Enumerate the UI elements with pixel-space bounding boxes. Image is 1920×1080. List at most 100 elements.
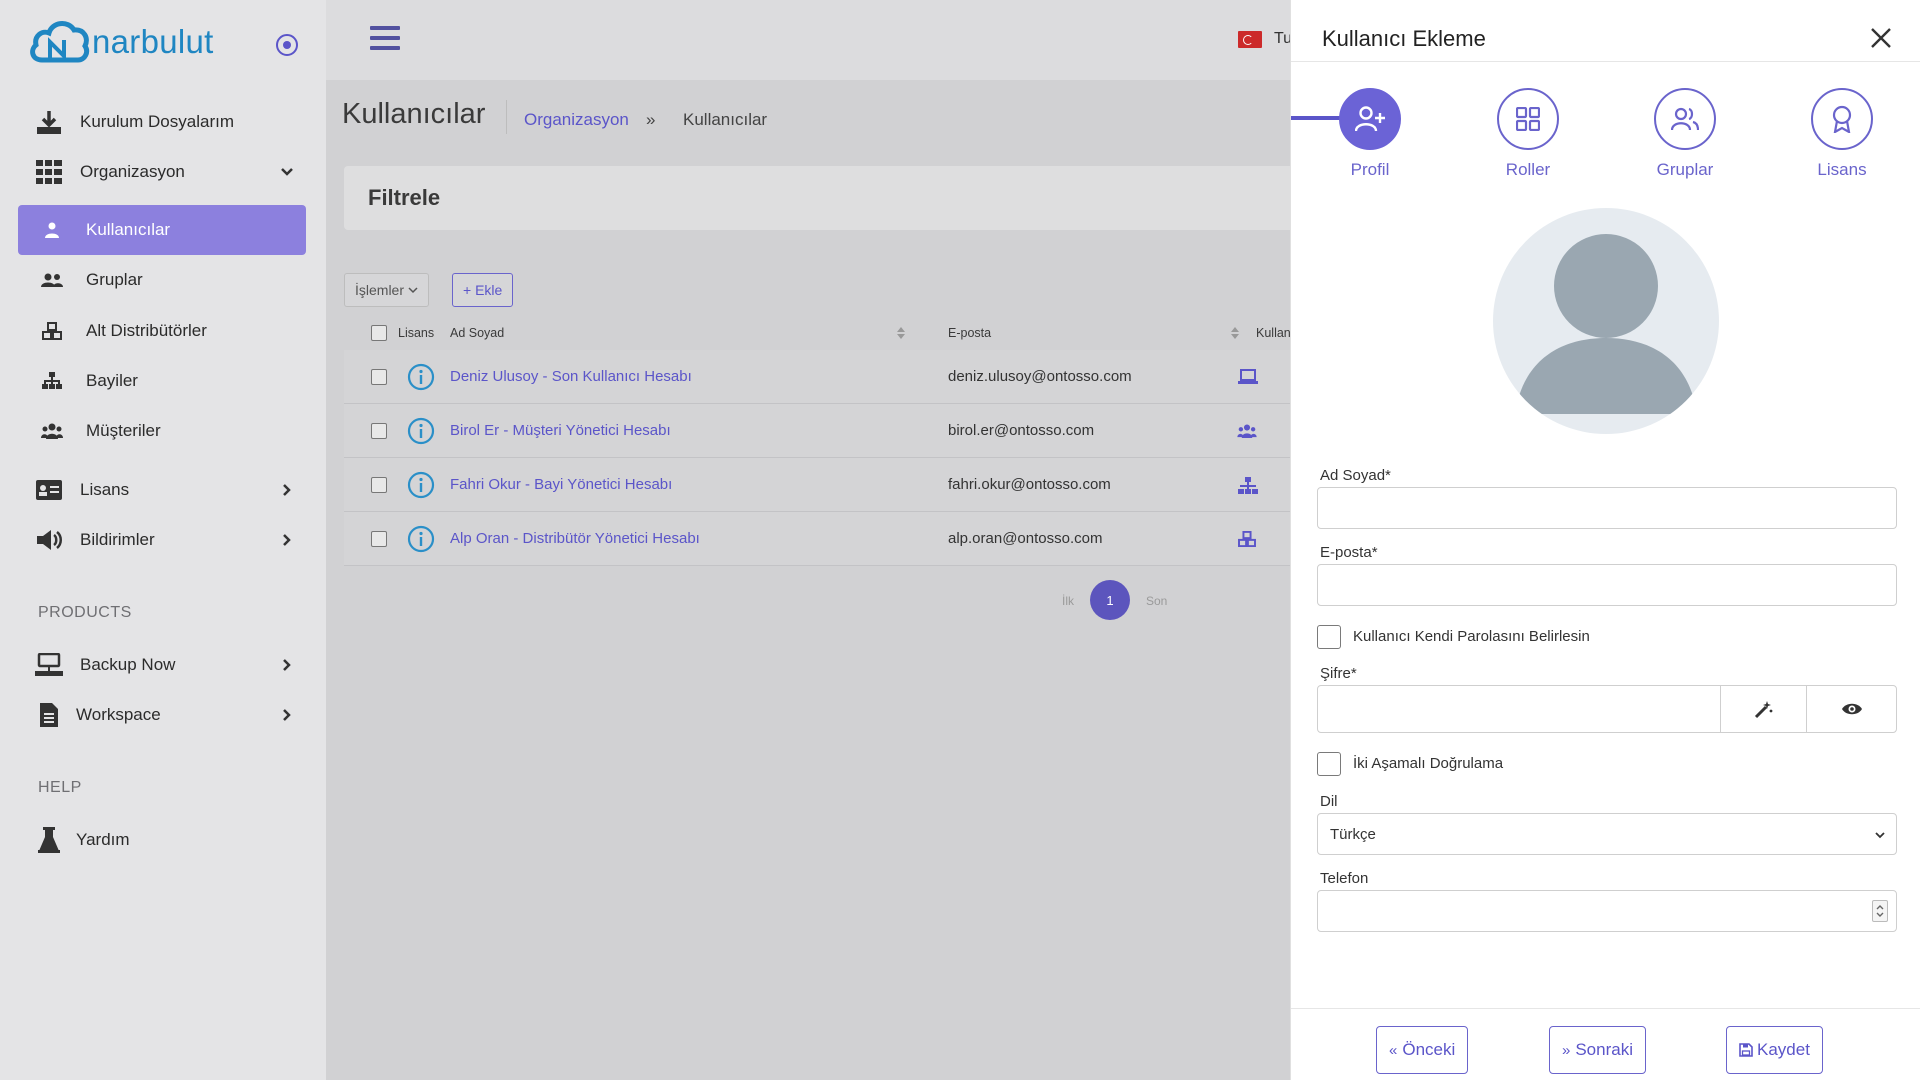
sort-icon[interactable] xyxy=(897,327,905,339)
save-button[interactable]: Kaydet xyxy=(1726,1026,1823,1074)
chevron-right-icon xyxy=(283,534,291,546)
sidebar-item-label: Kullanıcılar xyxy=(86,220,171,239)
info-icon[interactable] xyxy=(407,471,435,499)
user-name-link[interactable]: Fahri Okur - Bayi Yönetici Hesabı xyxy=(450,476,672,493)
sidebar-item-label: Workspace xyxy=(76,705,161,724)
step-profil[interactable]: Profil xyxy=(1338,88,1402,180)
step-roller[interactable]: Roller xyxy=(1496,88,1560,180)
close-icon[interactable] xyxy=(1869,26,1893,50)
two-factor-checkbox[interactable] xyxy=(1317,752,1341,776)
sort-icon[interactable] xyxy=(1231,327,1239,339)
section-products: PRODUCTS xyxy=(38,604,132,621)
password-input[interactable] xyxy=(1318,686,1718,732)
sidebar-item-bayiler[interactable]: Bayiler xyxy=(18,357,306,405)
drawer-footer: « Önceki » Sonraki Kaydet xyxy=(1291,1008,1920,1080)
password-label: Şifre* xyxy=(1320,665,1357,682)
double-chevron-left-icon: « xyxy=(1389,1041,1398,1059)
table-row[interactable]: Alp Oran - Distribütör Yönetici Hesabı a… xyxy=(344,512,1344,566)
sidebar-item-label: Alt Distribütörler xyxy=(86,321,207,340)
drawer-header: Kullanıcı Ekleme xyxy=(1291,0,1920,62)
previous-label: Önceki xyxy=(1402,1040,1456,1059)
step-gruplar[interactable]: Gruplar xyxy=(1653,88,1717,180)
filter-card[interactable]: Filtrele xyxy=(344,166,1344,230)
award-icon xyxy=(1811,88,1873,150)
row-checkbox[interactable] xyxy=(371,423,387,439)
avatar-placeholder[interactable] xyxy=(1493,208,1719,434)
self-password-label: Kullanıcı Kendi Parolasını Belirlesin xyxy=(1353,628,1590,645)
sidebar-item-workspace[interactable]: Workspace xyxy=(18,691,306,739)
filter-title: Filtrele xyxy=(368,185,441,210)
sidebar-item-label: Kurulum Dosyalarım xyxy=(80,112,234,131)
people-icon xyxy=(1237,424,1257,438)
info-icon[interactable] xyxy=(407,525,435,553)
user-name-link[interactable]: Alp Oran - Distribütör Yönetici Hesabı xyxy=(450,530,700,547)
select-all-checkbox[interactable] xyxy=(371,325,387,341)
hamburger-menu-icon[interactable] xyxy=(370,26,400,52)
breadcrumb-separator: » xyxy=(646,110,656,129)
breadcrumb-current: Kullanıcılar xyxy=(683,110,768,129)
breadcrumb-organizasyon[interactable]: Organizasyon xyxy=(524,110,629,130)
previous-button[interactable]: « Önceki xyxy=(1376,1026,1469,1074)
add-user-button[interactable]: + Ekle xyxy=(452,273,514,307)
sidebar-toggle-icon[interactable] xyxy=(275,33,299,57)
sidebar-item-gruplar[interactable]: Gruplar xyxy=(18,256,306,304)
floppy-disk-icon xyxy=(1739,1043,1753,1057)
save-label: Kaydet xyxy=(1757,1040,1810,1059)
sidebar-item-organizasyon[interactable]: Organizasyon xyxy=(18,148,306,196)
toggle-password-visibility-button[interactable] xyxy=(1806,686,1896,732)
number-spinner[interactable] xyxy=(1872,900,1888,922)
brand-logo[interactable]: narbulut xyxy=(28,16,214,68)
full-name-input[interactable] xyxy=(1317,487,1897,529)
generate-password-button[interactable] xyxy=(1720,686,1806,732)
column-name[interactable]: Ad Soyad xyxy=(450,326,504,340)
sidebar-item-label: Organizasyon xyxy=(80,162,185,181)
users-icon xyxy=(40,265,64,295)
row-checkbox[interactable] xyxy=(371,477,387,493)
sidebar-item-yardim[interactable]: Yardım xyxy=(18,816,306,864)
user-silhouette-icon xyxy=(1515,234,1697,414)
sidebar-item-alt-distributorler[interactable]: Alt Distribütörler xyxy=(18,307,306,355)
pagination-first[interactable]: İlk xyxy=(1062,594,1074,608)
sidebar-item-backup-now[interactable]: Backup Now xyxy=(18,641,306,689)
full-name-label: Ad Soyad* xyxy=(1320,467,1391,484)
step-progress-line xyxy=(1291,116,1341,120)
language-select[interactable]: Türkçe xyxy=(1317,813,1897,855)
eye-icon xyxy=(1841,703,1862,715)
row-checkbox[interactable] xyxy=(371,369,387,385)
email-input[interactable] xyxy=(1317,564,1897,606)
sidebar-item-kurulum[interactable]: Kurulum Dosyalarım xyxy=(18,98,306,146)
user-name-link[interactable]: Birol Er - Müşteri Yönetici Hesabı xyxy=(450,422,671,439)
column-email[interactable]: E-posta xyxy=(948,326,991,340)
sidebar-item-kullanicilar[interactable]: Kullanıcılar xyxy=(18,205,306,255)
table-row[interactable]: Birol Er - Müşteri Yönetici Hesabı birol… xyxy=(344,404,1344,458)
users-table: Lisans Ad Soyad E-posta Kullanıcı Deniz … xyxy=(344,316,1344,566)
sidebar-item-label: Lisans xyxy=(80,480,130,499)
chevron-right-icon xyxy=(283,659,291,671)
divider xyxy=(506,100,507,134)
sidebar-item-lisans[interactable]: Lisans xyxy=(18,466,306,514)
row-checkbox[interactable] xyxy=(371,531,387,547)
pagination-last[interactable]: Son xyxy=(1146,594,1167,608)
next-button[interactable]: » Sonraki xyxy=(1549,1026,1646,1074)
table-row[interactable]: Deniz Ulusoy - Son Kullanıcı Hesabı deni… xyxy=(344,350,1344,404)
column-license[interactable]: Lisans xyxy=(398,326,434,340)
sidebar-item-label: Müşteriler xyxy=(86,421,161,440)
step-label: Profil xyxy=(1350,160,1390,179)
self-password-checkbox[interactable] xyxy=(1317,625,1341,649)
language-select-value: Türkçe xyxy=(1330,826,1376,843)
sidebar-item-label: Gruplar xyxy=(86,270,143,289)
language-selector[interactable]: Tu xyxy=(1238,30,1292,48)
sidebar-item-bildirimler[interactable]: Bildirimler xyxy=(18,516,306,564)
sidebar-item-musteriler[interactable]: Müşteriler xyxy=(18,407,306,455)
info-icon[interactable] xyxy=(407,417,435,445)
user-name-link[interactable]: Deniz Ulusoy - Son Kullanıcı Hesabı xyxy=(450,368,692,385)
phone-input-field[interactable] xyxy=(1318,891,1858,931)
language-field-label: Dil xyxy=(1320,793,1338,810)
info-icon[interactable] xyxy=(407,363,435,391)
pagination-current[interactable]: 1 xyxy=(1090,580,1130,620)
phone-input[interactable] xyxy=(1317,890,1897,932)
step-lisans[interactable]: Lisans xyxy=(1810,88,1874,180)
sidebar-item-label: Yardım xyxy=(76,830,130,849)
actions-dropdown[interactable]: İşlemler xyxy=(344,273,430,307)
table-row[interactable]: Fahri Okur - Bayi Yönetici Hesabı fahri.… xyxy=(344,458,1344,512)
